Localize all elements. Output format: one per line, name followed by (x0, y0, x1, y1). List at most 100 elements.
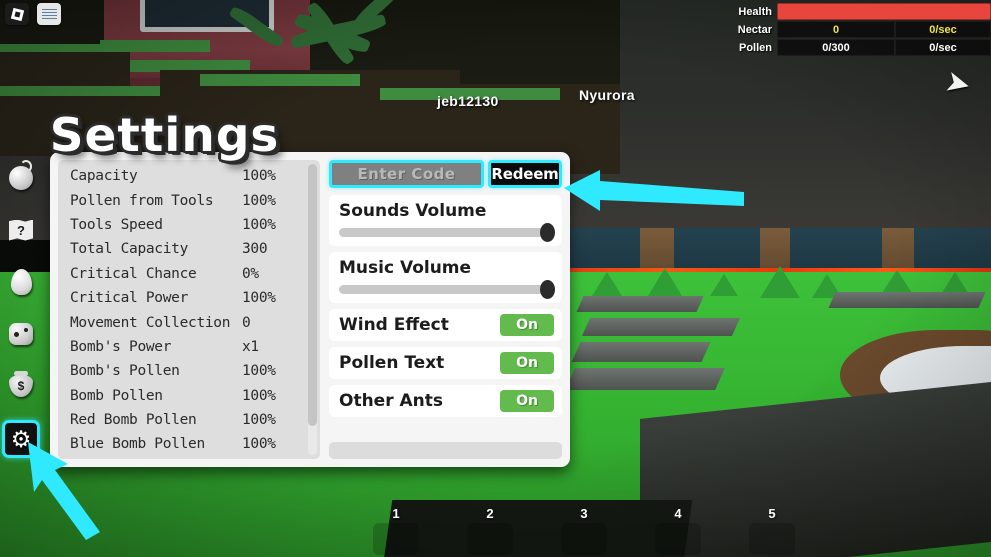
wind-effect-toggle[interactable]: On (500, 314, 554, 336)
stats-scrollbar-thumb[interactable] (308, 164, 317, 426)
roblox-top-bar (5, 3, 61, 25)
page-title: Settings (49, 108, 280, 162)
code-input[interactable]: Enter Code (329, 160, 484, 188)
quest-glyph: ? (17, 222, 25, 238)
stat-row: Tools Speed 100% (70, 213, 306, 237)
stat-value: x1 (242, 338, 259, 355)
sidebar-item-bomb[interactable] (3, 160, 39, 196)
redeem-button[interactable]: Redeem (488, 160, 562, 188)
sidebar-item-egg[interactable] (3, 264, 39, 300)
stat-label: Movement Collection (70, 314, 231, 331)
sidebar-item-dice[interactable] (3, 316, 39, 352)
hud-nectar-value: 0 (777, 21, 895, 38)
stat-label: Critical Power (70, 290, 189, 307)
stat-value: 300 (242, 241, 268, 258)
stat-value: 100% (242, 216, 276, 233)
pollen-text-toggle[interactable]: On (500, 352, 554, 374)
hotbar-slot-number: 3 (580, 506, 588, 521)
hud-pollen-row: Pollen 0/300 0/sec (721, 39, 991, 56)
scene-ledge (200, 74, 360, 86)
stat-row: Capacity 100% (70, 164, 306, 188)
left-sidebar: ? $ ⚙ (0, 160, 42, 458)
sounds-volume-label: Sounds Volume (339, 201, 487, 221)
egg-icon (10, 269, 32, 295)
hotbar-slot-box[interactable] (467, 523, 513, 555)
hotbar-slot-box[interactable] (373, 523, 419, 555)
hud-pollen-label: Pollen (738, 41, 772, 54)
hotbar-slot-box[interactable] (655, 523, 701, 555)
music-volume-label: Music Volume (339, 258, 472, 278)
hud-pollen-rate: 0/sec (895, 39, 991, 56)
scene-platform (828, 292, 986, 308)
other-ants-row: Other Ants On (329, 385, 562, 417)
stat-label: Bomb's Pollen (70, 363, 180, 380)
health-bar (777, 3, 991, 20)
chat-icon[interactable] (37, 3, 61, 25)
quest-map-icon: ? (9, 219, 33, 241)
stat-value: 100% (242, 412, 276, 429)
gear-icon: ⚙ (10, 425, 32, 452)
stat-label: Critical Chance (70, 265, 197, 282)
roblox-logo-icon[interactable] (5, 3, 29, 25)
music-volume-card: Music Volume (329, 252, 562, 303)
music-volume-knob[interactable] (540, 280, 555, 299)
hotbar-slot-number: 2 (486, 506, 494, 521)
settings-window: Capacity 100% Pollen from Tools 100% Tools S… (50, 152, 570, 467)
hotbar-slot-box[interactable] (749, 523, 795, 555)
settings-options-column: Enter Code Redeem Sounds Volume Music Vo… (329, 160, 562, 459)
stats-list: Capacity 100% Pollen from Tools 100% Tools S… (58, 164, 320, 457)
options-bottom-filler (329, 442, 562, 459)
sidebar-item-shop[interactable]: $ (3, 368, 39, 404)
money-bag-icon: $ (9, 371, 33, 397)
wind-effect-row: Wind Effect On (329, 309, 562, 341)
stat-row: Critical Power 100% (70, 286, 306, 310)
bomb-icon (9, 160, 33, 190)
player-nametag: Nyurora (579, 87, 635, 103)
player-nametag: jeb12130 (437, 93, 499, 109)
stats-panel: Capacity 100% Pollen from Tools 100% Tools S… (58, 160, 320, 459)
sounds-volume-slider[interactable] (339, 223, 555, 242)
hotbar-slot[interactable]: 4 (654, 506, 702, 555)
hud-health-row: Health (721, 3, 991, 20)
hotbar-slot[interactable]: 1 (372, 506, 420, 555)
music-volume-slider[interactable] (339, 280, 555, 299)
stat-row: Total Capacity 300 (70, 237, 306, 261)
hotbar-slot[interactable]: 3 (560, 506, 608, 555)
hotbar-slot[interactable]: 2 (466, 506, 514, 555)
scene-ledge (100, 40, 210, 52)
stat-value: 100% (242, 387, 276, 404)
stat-row: Bomb's Power x1 (70, 335, 306, 359)
sidebar-item-settings[interactable]: ⚙ (2, 420, 40, 458)
sidebar-item-quest[interactable]: ? (3, 212, 39, 248)
hud-nectar-label: Nectar (737, 23, 772, 36)
hotbar-slot-box[interactable] (561, 523, 607, 555)
stat-value: 0 (242, 314, 251, 331)
hotbar-slot[interactable]: 5 (748, 506, 796, 555)
scene-platform (581, 318, 741, 336)
pollen-text-row: Pollen Text On (329, 347, 562, 379)
sounds-volume-knob[interactable] (540, 223, 555, 242)
scene-platform (565, 368, 725, 390)
hotbar: 1 2 3 4 5 (372, 506, 796, 555)
stat-value: 100% (242, 363, 276, 380)
stat-value: 100% (242, 168, 276, 185)
stat-label: Bomb's Power (70, 338, 172, 355)
stat-label: Bomb Pollen (70, 387, 163, 404)
hotbar-slot-number: 5 (768, 506, 776, 521)
other-ants-label: Other Ants (339, 391, 444, 411)
other-ants-toggle[interactable]: On (500, 390, 554, 412)
stats-scrollbar[interactable] (308, 164, 317, 455)
hotbar-slot-number: 1 (392, 506, 400, 521)
stat-row: Critical Chance 0% (70, 262, 306, 286)
wind-effect-label: Wind Effect (339, 315, 449, 335)
scene-platform (571, 342, 711, 362)
stat-value: 100% (242, 436, 276, 453)
code-redeem-row: Enter Code Redeem (329, 160, 562, 188)
stat-value: 100% (242, 192, 276, 209)
hud-pollen-value: 0/300 (777, 39, 895, 56)
stat-row: Bomb's Pollen 100% (70, 359, 306, 383)
dice-icon (9, 323, 33, 345)
stat-row: Red Bomb Pollen 100% (70, 408, 306, 432)
player-hud: Health Nectar 0 0/sec Pollen 0/300 0/sec (721, 3, 991, 57)
stat-value: 0% (242, 265, 259, 282)
